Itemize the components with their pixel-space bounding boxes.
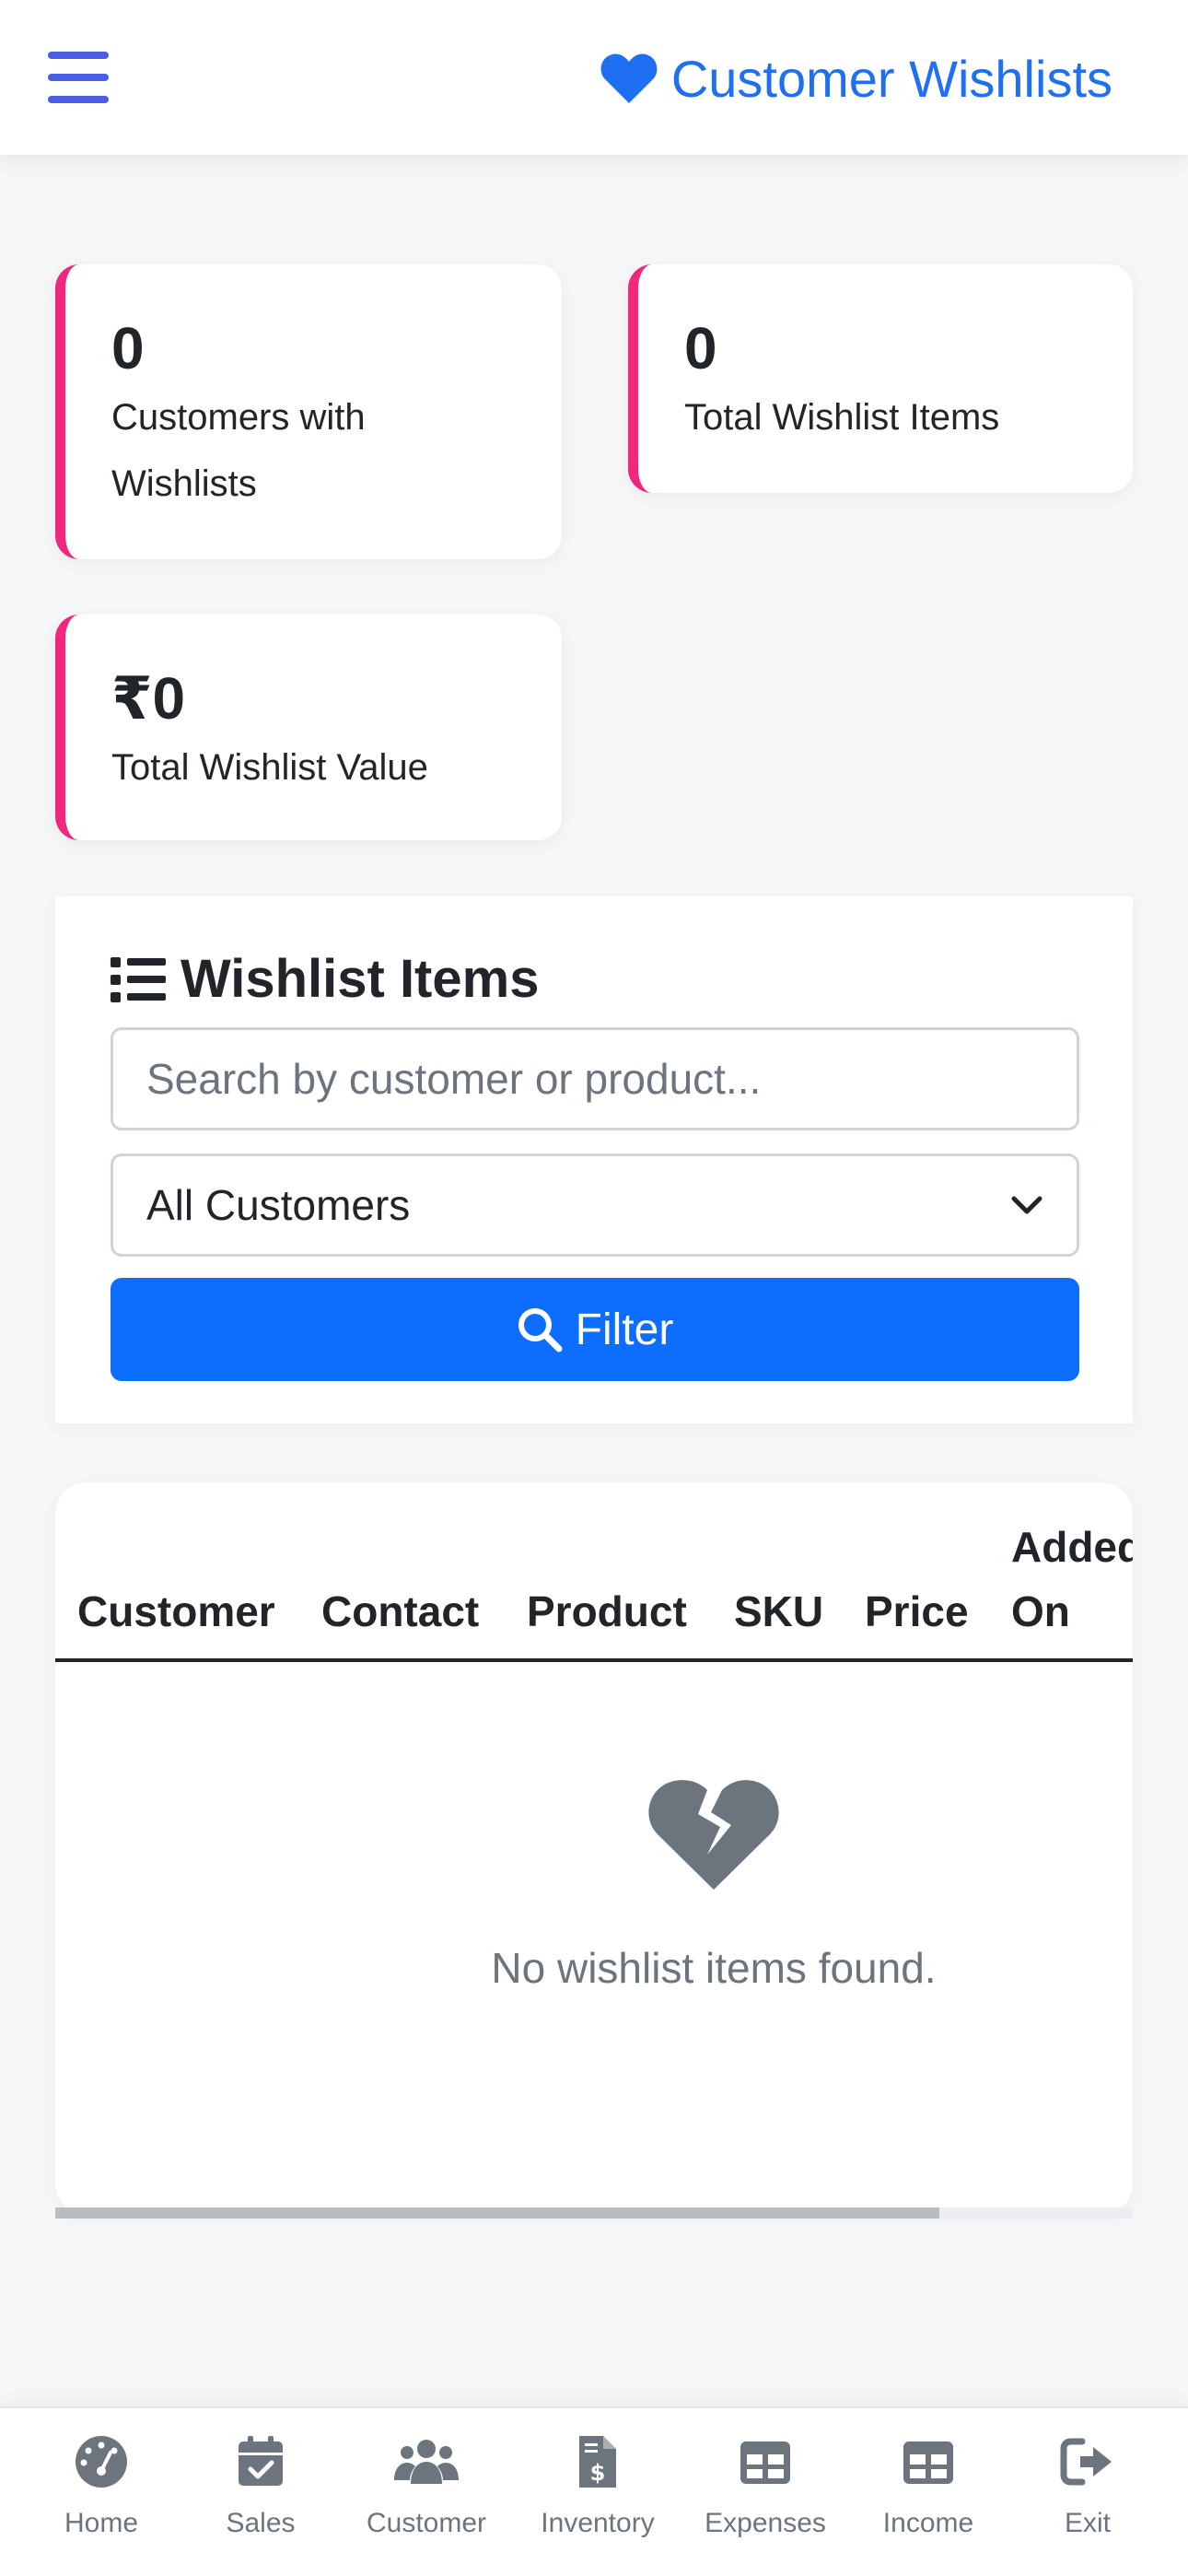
column-header-customer[interactable]: Customer	[77, 1579, 275, 1644]
scrollbar-thumb[interactable]	[55, 2207, 939, 2219]
column-header-price[interactable]: Price	[865, 1579, 969, 1644]
nav-item-customer[interactable]: Customer	[353, 2434, 500, 2554]
stat-label: Customers with Wishlists	[111, 397, 366, 505]
filter-panel: Wishlist Items All Customers Filter	[55, 896, 1133, 1423]
heart-broken-icon	[648, 1780, 779, 1890]
nav-label: Customer	[366, 2508, 487, 2538]
stat-label: Total Wishlist Items	[684, 397, 1000, 439]
search-input[interactable]	[111, 1027, 1079, 1130]
stat-label: Total Wishlist Value	[111, 747, 428, 789]
column-header-added-on[interactable]: Added On	[1011, 1515, 1133, 1644]
table-icon	[903, 2441, 953, 2484]
stat-value: ₹0	[111, 665, 186, 732]
nav-label: Home	[64, 2508, 139, 2538]
nav-item-sales[interactable]: Sales	[187, 2434, 334, 2554]
nav-label: Expenses	[705, 2508, 826, 2538]
nav-item-inventory[interactable]: $ Inventory	[524, 2434, 671, 2554]
heart-icon	[600, 53, 658, 103]
stat-card-items: 0 Total Wishlist Items	[628, 264, 1133, 493]
empty-state: No wishlist items found.	[55, 1777, 1133, 1993]
nav-label: Exit	[1064, 2508, 1111, 2538]
panel-title-text: Wishlist Items	[181, 949, 540, 1009]
page-title: Customer Wishlists	[600, 46, 1112, 111]
wishlist-table: Customer Contact Product SKU Price Added…	[55, 1482, 1133, 2215]
table-icon	[740, 2441, 790, 2484]
stat-value: 0	[111, 315, 145, 381]
nav-item-expenses[interactable]: Expenses	[692, 2434, 839, 2554]
stat-value: 0	[684, 315, 717, 381]
svg-text:$: $	[590, 2460, 606, 2486]
sign-out-icon	[1060, 2438, 1112, 2486]
horizontal-scrollbar[interactable]	[55, 2207, 1133, 2219]
customer-select[interactable]: All Customers	[111, 1153, 1079, 1257]
filter-button-label: Filter	[575, 1305, 674, 1354]
nav-item-income[interactable]: Income	[855, 2434, 1002, 2554]
speedometer-icon	[76, 2436, 127, 2488]
nav-label: Income	[882, 2508, 974, 2538]
stat-card-customers: 0 Customers with Wishlists	[55, 264, 562, 559]
users-icon	[394, 2440, 459, 2484]
filter-button[interactable]: Filter	[111, 1278, 1079, 1381]
menu-icon[interactable]	[48, 52, 109, 103]
empty-message: No wishlist items found.	[491, 1944, 937, 1992]
search-icon	[518, 1308, 563, 1352]
column-header-sku[interactable]: SKU	[734, 1579, 823, 1644]
top-bar: Customer Wishlists	[0, 0, 1188, 155]
list-icon	[111, 956, 166, 1002]
nav-item-home[interactable]: Home	[28, 2434, 175, 2554]
column-header-contact[interactable]: Contact	[321, 1579, 479, 1644]
calendar-check-icon	[239, 2436, 283, 2486]
wishlists-page: Customer Wishlists 0 Customers with Wish…	[0, 0, 1188, 2576]
page-title-text: Customer Wishlists	[670, 49, 1112, 108]
customer-select-value: All Customers	[146, 1181, 411, 1229]
table-header: Customer Contact Product SKU Price Added…	[55, 1482, 1133, 1662]
column-header-product[interactable]: Product	[527, 1579, 687, 1644]
stat-card-value: ₹0 Total Wishlist Value	[55, 615, 562, 840]
chevron-down-icon	[1011, 1196, 1042, 1214]
nav-label: Sales	[226, 2508, 296, 2538]
invoice-dollar-icon: $	[579, 2436, 616, 2488]
bottom-nav: Home Sales Customer $ Inventory Expenses…	[0, 2406, 1188, 2576]
nav-label: Inventory	[541, 2508, 655, 2538]
panel-title: Wishlist Items	[111, 944, 539, 1013]
nav-item-exit[interactable]: Exit	[1014, 2434, 1161, 2554]
